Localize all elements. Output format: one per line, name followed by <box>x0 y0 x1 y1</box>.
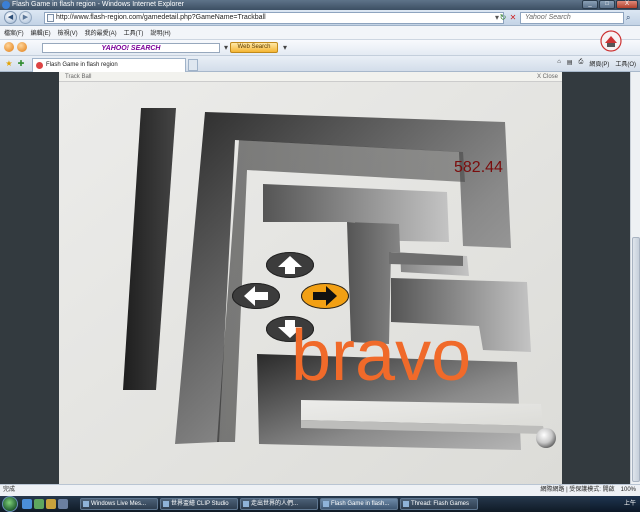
arrow-left-icon <box>244 286 268 306</box>
task-label: 世界盃繪 CLIP Studio <box>171 501 229 507</box>
task-folder[interactable]: 走出世界的人們... <box>240 498 318 510</box>
system-tray: 上午 <box>590 496 640 512</box>
task-icon <box>403 501 409 507</box>
close-button[interactable]: X <box>616 0 638 9</box>
tab-bar: ★ ✚ Flash Game in flash region ⌂ ▤ ⎙ 網頁(… <box>0 56 640 72</box>
back-button[interactable]: ◀ <box>4 11 17 24</box>
game-title: Track Ball <box>65 74 92 80</box>
status-right: 網際網路 | 受保護模式: 開啟 100% <box>540 485 636 496</box>
menu-help[interactable]: 說明(H) <box>150 28 170 37</box>
game-header: Track Ball X Close <box>59 72 562 82</box>
arrow-up-icon <box>278 256 302 274</box>
quicklaunch-media-icon[interactable] <box>58 499 68 509</box>
tab-label: Flash Game in flash region <box>46 62 118 68</box>
tools-menu[interactable]: 工具(O) <box>615 59 636 68</box>
maze-board[interactable] <box>59 82 562 484</box>
stop-icon[interactable]: ✕ <box>508 13 518 23</box>
track-ball <box>536 428 556 448</box>
vertical-scrollbar[interactable] <box>630 72 640 484</box>
home-icon[interactable]: ⌂ <box>557 59 561 68</box>
yahoo-menu-icon[interactable] <box>4 42 14 52</box>
menu-view[interactable]: 檢視(V) <box>58 28 78 37</box>
yahoo-search-label: YAHOO! SEARCH <box>101 45 161 52</box>
task-flash-game[interactable]: Flash Game in flash... <box>320 498 398 510</box>
task-clip-studio[interactable]: 世界盃繪 CLIP Studio <box>160 498 238 510</box>
page-content: Track Ball X Close 582.44 bravo <box>0 72 640 484</box>
favorites-star-icon[interactable]: ★ <box>4 59 14 69</box>
window-controls: _ □ X <box>582 0 638 9</box>
command-bar: ⌂ ▤ ⎙ 網頁(P) 工具(O) <box>557 59 636 68</box>
task-icon <box>163 501 169 507</box>
search-icon[interactable]: ⌕ <box>626 13 630 23</box>
minimize-button[interactable]: _ <box>582 0 598 9</box>
quicklaunch-ie-icon[interactable] <box>22 499 32 509</box>
task-label: Windows Live Mes... <box>91 501 147 507</box>
menu-bar: 檔案(F) 編輯(E) 檢視(V) 我的最愛(A) 工具(T) 說明(H) <box>0 26 640 40</box>
yahoo-logo-icon <box>600 30 622 52</box>
window-title: Flash Game in flash region - Windows Int… <box>12 1 184 8</box>
menu-favorites[interactable]: 我的最愛(A) <box>85 28 117 37</box>
task-icon <box>323 501 329 507</box>
zoom-level[interactable]: 100% <box>621 485 636 496</box>
maximize-button[interactable]: □ <box>599 0 615 9</box>
task-icon <box>83 501 89 507</box>
task-icon <box>243 501 249 507</box>
quicklaunch-folder-icon[interactable] <box>46 499 56 509</box>
task-windows-live[interactable]: Windows Live Mes... <box>80 498 158 510</box>
task-label: 走出世界的人們... <box>251 501 299 507</box>
timer-display: 582.44 <box>454 159 503 176</box>
web-search-dropdown-icon[interactable]: ▾ <box>280 43 290 53</box>
quicklaunch-desktop-icon[interactable] <box>34 499 44 509</box>
task-thread[interactable]: Thread: Flash Games <box>400 498 478 510</box>
taskbar: Windows Live Mes... 世界盃繪 CLIP Studio 走出世… <box>0 496 640 512</box>
feeds-icon[interactable]: ▤ <box>567 59 573 68</box>
tab-flash-game[interactable]: Flash Game in flash region <box>32 58 186 72</box>
arrow-right-icon <box>313 286 337 306</box>
task-label: Thread: Flash Games <box>411 501 470 507</box>
status-text: 完成 <box>3 487 16 493</box>
up-arrow-button[interactable] <box>266 252 314 278</box>
url-field[interactable]: http://www.flash-region.com/gamedetail.p… <box>44 12 504 24</box>
yahoo-toolbar: YAHOO! SEARCH ▾ Web Search ▾ <box>0 40 640 56</box>
status-bar: 完成 網際網路 | 受保護模式: 開啟 100% <box>0 484 640 496</box>
security-zone: 網際網路 | 受保護模式: 開啟 <box>540 487 615 493</box>
web-search-button[interactable]: Web Search <box>230 42 278 53</box>
tab-favicon-icon <box>36 62 43 69</box>
print-icon[interactable]: ⎙ <box>579 59 584 68</box>
add-favorites-icon[interactable]: ✚ <box>16 59 26 69</box>
start-button[interactable] <box>2 496 18 512</box>
yahoo-options-icon[interactable] <box>17 42 27 52</box>
bravo-message: bravo <box>291 316 472 396</box>
clock[interactable]: 上午 <box>624 501 636 507</box>
page-icon <box>47 14 54 22</box>
left-arrow-button[interactable] <box>232 283 280 309</box>
refresh-icon[interactable]: ↻ <box>498 13 508 23</box>
menu-file[interactable]: 檔案(F) <box>4 28 24 37</box>
task-label: Flash Game in flash... <box>331 501 390 507</box>
search-input[interactable]: Yahoo! Search <box>520 12 624 24</box>
game-frame: Track Ball X Close 582.44 bravo <box>59 72 562 484</box>
menu-edit[interactable]: 編輯(E) <box>31 28 51 37</box>
forward-button[interactable]: ▶ <box>19 11 32 24</box>
game-close-link[interactable]: X Close <box>537 72 558 82</box>
url-text: http://www.flash-region.com/gamedetail.p… <box>56 14 266 21</box>
address-bar: ◀ ▶ http://www.flash-region.com/gamedeta… <box>0 10 640 26</box>
new-tab-button[interactable] <box>188 59 198 71</box>
menu-tools[interactable]: 工具(T) <box>124 28 144 37</box>
title-bar: Flash Game in flash region - Windows Int… <box>0 0 640 10</box>
scrollbar-thumb[interactable] <box>632 237 640 482</box>
browser-window: Flash Game in flash region - Windows Int… <box>0 0 640 512</box>
right-arrow-button[interactable] <box>301 283 349 309</box>
yahoo-search-input[interactable]: YAHOO! SEARCH <box>42 43 220 53</box>
ie-icon <box>2 1 10 9</box>
page-menu[interactable]: 網頁(P) <box>589 59 609 68</box>
